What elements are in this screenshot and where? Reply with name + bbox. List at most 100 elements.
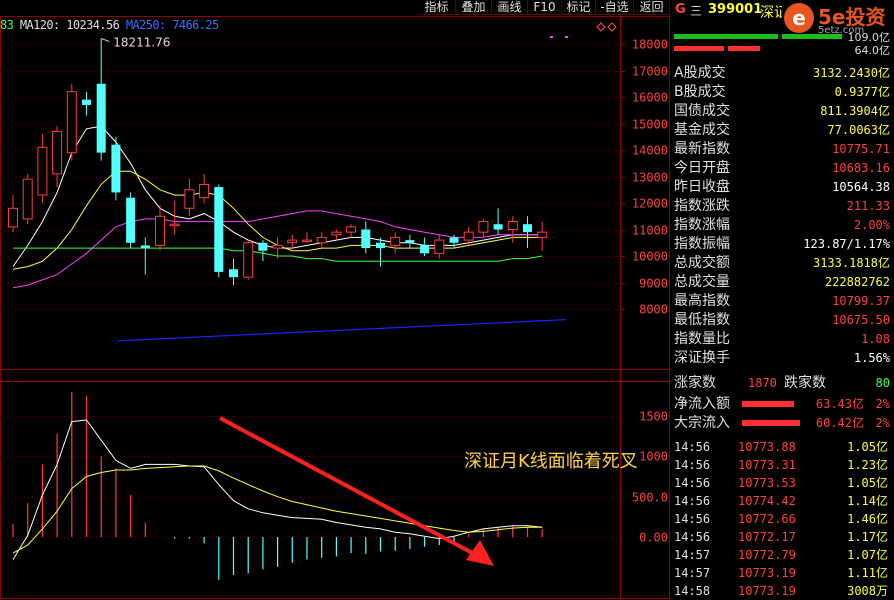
candle-body: [8, 207, 18, 228]
tick-volume: 1.07亿: [847, 548, 888, 562]
marker-dot: [550, 36, 553, 38]
candle-body: [507, 221, 518, 231]
legend-prefix: 83: [0, 18, 14, 32]
tick-time: 14:56: [674, 476, 711, 490]
candle-body: [272, 244, 283, 249]
stat-value: 10799.37: [832, 294, 890, 308]
price-tick-label: 8000: [639, 303, 668, 317]
tick-time: 14:56: [674, 530, 711, 544]
stat-value: 3133.1818亿: [812, 256, 890, 270]
flow-pct: 2%: [875, 397, 890, 411]
tick-price: 10772.17: [738, 530, 796, 544]
stat-label: 深证换手: [674, 350, 730, 366]
tick-price: 10773.88: [738, 440, 796, 454]
flow-bar: [742, 420, 800, 426]
candle-body: [331, 231, 342, 236]
price-tick-label: 12000: [632, 197, 668, 211]
flow-pct: 2%: [875, 416, 890, 430]
back-button[interactable]: 返回: [634, 0, 670, 15]
tick-time: 14:56: [674, 494, 711, 508]
down-count-value: 80: [875, 376, 890, 390]
tick-time: 14:57: [674, 548, 711, 562]
macd-tick-label: 1000: [639, 450, 668, 464]
index-code: 399001: [708, 2, 763, 17]
legend-ma250: MA250: 7466.25: [125, 18, 219, 32]
stat-label: 最高指数: [674, 293, 730, 309]
stat-row: 深证换手 1.56%: [670, 349, 894, 368]
indicator-button[interactable]: 指标: [418, 0, 456, 15]
candle-body: [258, 242, 268, 251]
stat-row: 基金成交 77.0063亿: [670, 121, 894, 140]
stat-value: 211.33: [846, 199, 890, 213]
green-volume-bar: [674, 34, 778, 39]
red-volume-bar-2: [728, 46, 760, 51]
diamond-icon: [596, 22, 606, 32]
draw-line-button[interactable]: 画线: [492, 0, 528, 15]
candle-body: [199, 183, 210, 199]
stat-row: 最新指数 10775.71: [670, 140, 894, 159]
tick-price: 10774.42: [738, 494, 796, 508]
green-volume-bar-2: [782, 34, 842, 39]
up-count-value: 1870: [748, 376, 777, 390]
stat-label: 最新指数: [674, 141, 730, 157]
candle-body: [346, 226, 357, 233]
price-tick-label: 18000: [632, 38, 668, 52]
tick-row: 14:58 10773.19 3008万: [670, 582, 894, 600]
price-tick-label: 15000: [632, 118, 668, 132]
tick-row: 14:56 10773.31 1.23亿: [670, 456, 894, 474]
grid-menu-icon[interactable]: 三: [690, 2, 702, 19]
candle-body: [22, 178, 33, 220]
high-label: 18211.76: [113, 35, 170, 49]
stat-row: 指数涨跌 211.33: [670, 197, 894, 216]
tick-price: 10772.79: [738, 548, 796, 562]
volume-bars: 109.0亿 64.0亿: [670, 31, 894, 57]
stat-label: 指数涨幅: [674, 217, 730, 233]
candle-body: [449, 237, 459, 243]
stat-row: 昨日收盘 10564.38: [670, 178, 894, 197]
toolbar: 指标 叠加 画线 F10 标记 -自选 返回: [418, 0, 670, 16]
tick-volume: 1.05亿: [847, 476, 888, 490]
overlay-button[interactable]: 叠加: [456, 0, 492, 15]
tick-price: 10773.19: [738, 566, 796, 580]
macd-tick-label: 500.0: [632, 491, 668, 505]
candle-body: [96, 83, 106, 153]
mark-button[interactable]: 标记: [562, 0, 596, 15]
chart-annotation: 深证月K线面临着死叉: [464, 451, 638, 472]
tick-time: 14:57: [674, 566, 711, 580]
candle-body: [82, 99, 91, 105]
screen: 18000 17000 16000 15000 14000 13000 12000 11000…: [0, 0, 894, 599]
tick-row: 14:56 10773.88 1.05亿: [670, 438, 894, 456]
f10-button[interactable]: F10: [528, 0, 562, 15]
stat-row: 最高指数 10799.37: [670, 292, 894, 311]
kline-chart[interactable]: 18000 17000 16000 15000 14000 13000 12000 11000…: [0, 0, 670, 599]
g-icon[interactable]: G: [675, 2, 686, 17]
stat-row: 国债成交 811.3904亿: [670, 102, 894, 121]
tick-time: 14:56: [674, 458, 711, 472]
flow-label: 净流入额: [674, 396, 730, 412]
candle-body: [478, 221, 489, 233]
candle-body: [126, 197, 136, 243]
tick-volume: 1.14亿: [847, 494, 888, 508]
tick-row: 14:56 10773.53 1.05亿: [670, 474, 894, 492]
candle-body: [316, 236, 327, 244]
flow-row: 净流入额 63.43亿 2%: [670, 395, 894, 414]
tick-price: 10773.19: [738, 584, 796, 598]
bar-value-2: 64.0亿: [854, 44, 891, 57]
stat-value: 811.3904亿: [820, 104, 890, 118]
down-count-label: 跌家数: [784, 375, 826, 391]
macd-tick-label: 0.00: [639, 531, 668, 545]
stat-label: A股成交: [674, 65, 726, 81]
stat-label: 最低指数: [674, 312, 730, 328]
candle-body: [434, 239, 445, 254]
candle-body: [287, 239, 298, 244]
candle-body: [140, 245, 150, 249]
tick-volume: 1.23亿: [847, 458, 888, 472]
stat-label: 总成交额: [674, 255, 730, 271]
tick-time: 14:56: [674, 440, 711, 454]
legend-ma120: MA120: 10234.56: [19, 18, 120, 32]
favorites-button[interactable]: -自选: [596, 0, 634, 15]
candle-body: [420, 245, 430, 254]
price-tick-label: 10000: [632, 250, 668, 264]
stat-label: 今日开盘: [674, 160, 730, 176]
stat-value: 2.00%: [853, 218, 890, 232]
